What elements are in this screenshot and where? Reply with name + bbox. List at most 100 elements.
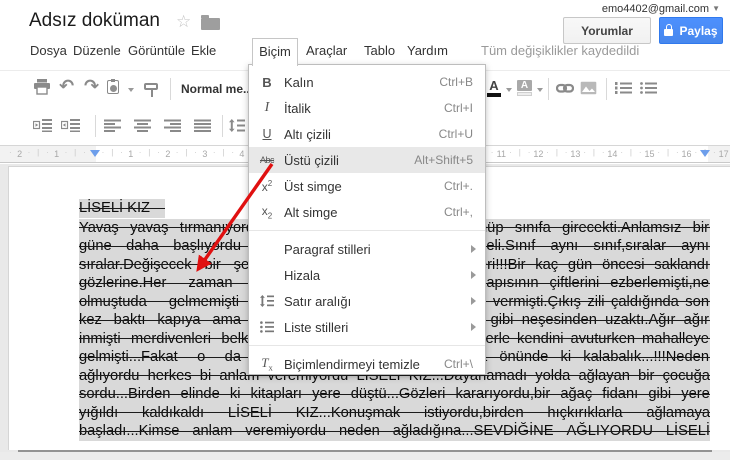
menubar-item-tablo[interactable]: Tablo xyxy=(364,40,395,62)
ruler-tick: · xyxy=(138,148,142,157)
menubar-item-araçlar[interactable]: Araçlar xyxy=(306,40,347,62)
menu-item-alt-izili[interactable]: U Altı çizili Ctrl+U xyxy=(249,121,485,147)
ruler-tick: · xyxy=(694,148,698,157)
menubar-item-ekle[interactable]: Ekle xyxy=(191,40,216,62)
submenu-arrow-icon xyxy=(471,245,476,253)
menu-item-kal-n[interactable]: B Kalın Ctrl+B xyxy=(249,69,485,95)
menu-item-liste-stilleri[interactable]: Liste stilleri xyxy=(249,314,485,340)
undo-icon[interactable]: ↶ xyxy=(59,76,74,97)
ruler-tick: · xyxy=(46,148,49,157)
align-center-icon[interactable] xyxy=(134,119,151,137)
indent-increase-icon[interactable] xyxy=(60,118,80,137)
ruler-number: 17 xyxy=(718,149,729,159)
ruler-tick: · xyxy=(83,148,86,157)
menu-item-label: İtalik xyxy=(284,100,311,116)
align-justify-icon[interactable] xyxy=(194,119,211,137)
ruler-number: 1 xyxy=(128,149,134,159)
menu-item-label: Kalın xyxy=(284,74,314,90)
menu-item--st-izili[interactable]: Abc Üstü çizili Alt+Shift+5 xyxy=(249,147,485,173)
print-icon[interactable] xyxy=(33,78,51,100)
ruler-tick: · xyxy=(546,148,549,157)
numbered-list-icon[interactable] xyxy=(615,81,632,99)
menu-item-bi-imlendirmeyi-temizle[interactable]: Tx Biçimlendirmeyi temizle Ctrl+\ xyxy=(249,351,485,377)
menu-divider xyxy=(249,230,485,231)
menubar-item-düzenle[interactable]: Düzenle xyxy=(73,40,121,62)
menu-item-shortcut: Ctrl+U xyxy=(438,127,473,141)
toolbar-separator xyxy=(170,78,171,100)
ruler-number: 4 xyxy=(239,149,245,159)
selected-text-line[interactable]: başladı...Kimse anlam veremiyordu neden ağla… xyxy=(79,422,710,441)
paint-format-icon[interactable] xyxy=(144,83,158,97)
ruler-number: 13 xyxy=(570,149,581,159)
menu-item-label: Hizala xyxy=(284,267,321,283)
clipboard-caret-icon[interactable] xyxy=(128,88,134,92)
text-color-icon[interactable]: A xyxy=(487,79,501,97)
ruler-tick: | xyxy=(555,148,558,157)
text-color-caret-icon[interactable] xyxy=(506,88,512,92)
menu-item-shortcut: Alt+Shift+5 xyxy=(414,153,473,167)
ruler-tick: | xyxy=(592,148,595,157)
window-bottom-border xyxy=(18,450,712,452)
web-clipboard-icon[interactable] xyxy=(107,79,119,94)
ruler-tick: | xyxy=(518,148,521,157)
left-indent-marker[interactable] xyxy=(90,150,100,157)
account-email[interactable]: emo4402@gmail.com ▼ xyxy=(602,3,720,15)
toolbar-separator xyxy=(548,78,549,100)
highlight-color-icon[interactable]: A xyxy=(517,80,532,96)
ruler-tick: | xyxy=(222,148,225,157)
indent-decrease-icon[interactable] xyxy=(32,118,52,137)
ruler-number: 2 xyxy=(165,149,171,159)
toolbar-separator xyxy=(606,78,607,100)
selected-text-line[interactable]: sordu...Birden elinde ki kitapları yere düştü… xyxy=(79,385,710,404)
ruler-tick: · xyxy=(712,148,716,157)
align-right-icon[interactable] xyxy=(164,119,181,137)
ruler-number: 3 xyxy=(202,149,208,159)
ruler-tick: · xyxy=(527,148,531,157)
ruler-number: 14 xyxy=(607,149,618,159)
menu-item-label: Alt simge xyxy=(284,204,338,220)
ruler-tick: · xyxy=(601,148,605,157)
submenu-arrow-icon xyxy=(471,323,476,331)
window-bottom-strip xyxy=(0,452,730,460)
menu-item-shortcut: Ctrl+B xyxy=(439,75,473,89)
ruler-tick: · xyxy=(638,148,642,157)
star-icon[interactable]: ☆ xyxy=(176,12,191,32)
menubar-item-görüntüle[interactable]: Görüntüle xyxy=(128,40,185,62)
toolbar-separator xyxy=(222,115,223,137)
superscript-icon: x2 xyxy=(261,178,273,194)
menubar-item-biçim[interactable]: Biçim xyxy=(252,38,298,66)
align-left-icon[interactable] xyxy=(104,119,121,137)
menu-item--st-simge[interactable]: x2 Üst simge Ctrl+. xyxy=(249,173,485,199)
insert-link-icon[interactable] xyxy=(555,82,575,100)
selected-title-text[interactable]: LİSELİ KIZ xyxy=(79,199,166,218)
paragraph-styles-dropdown[interactable]: Normal me... xyxy=(181,82,253,96)
highlight-caret-icon[interactable] xyxy=(537,88,543,92)
line-spacing-icon xyxy=(257,295,277,307)
menu-item-label: Biçimlendirmeyi temizle xyxy=(284,356,420,372)
menubar-item-dosya[interactable]: Dosya xyxy=(30,40,67,62)
menu-item-alt-simge[interactable]: x2 Alt simge Ctrl+, xyxy=(249,199,485,225)
folder-icon[interactable] xyxy=(201,15,220,30)
ruler-tick: · xyxy=(157,148,160,157)
document-title[interactable]: Adsız doküman xyxy=(29,10,160,32)
ruler-number: 11 xyxy=(496,149,506,159)
share-button[interactable]: Paylaş xyxy=(659,17,723,44)
menubar-item-yardım[interactable]: Yardım xyxy=(407,40,448,62)
menu-item-i-talik[interactable]: I İtalik Ctrl+I xyxy=(249,95,485,121)
ruler-tick: · xyxy=(120,148,123,157)
ruler-number: 12 xyxy=(533,149,544,159)
menu-item-label: Üstü çizili xyxy=(284,152,339,168)
redo-icon[interactable]: ↷ xyxy=(84,76,99,97)
menu-item-label: Liste stilleri xyxy=(284,319,349,335)
right-indent-marker[interactable] xyxy=(700,150,710,157)
ruler-tick: · xyxy=(620,148,624,157)
selected-text-line[interactable]: yığıldı kaldıkaldı LİSELİ KIZ...Konuşmak ist… xyxy=(79,403,710,422)
bulleted-list-icon[interactable] xyxy=(640,81,657,99)
menu-item-label: Paragraf stilleri xyxy=(284,241,371,257)
menu-item-paragraf-stilleri[interactable]: Paragraf stilleri xyxy=(249,236,485,262)
insert-image-icon[interactable] xyxy=(580,81,597,100)
line-spacing-icon[interactable] xyxy=(229,119,245,137)
menu-item-hizala[interactable]: Hizala xyxy=(249,262,485,288)
menu-item-shortcut: Ctrl+I xyxy=(443,101,473,115)
menu-item-sat-r-aral-[interactable]: Satır aralığı xyxy=(249,288,485,314)
